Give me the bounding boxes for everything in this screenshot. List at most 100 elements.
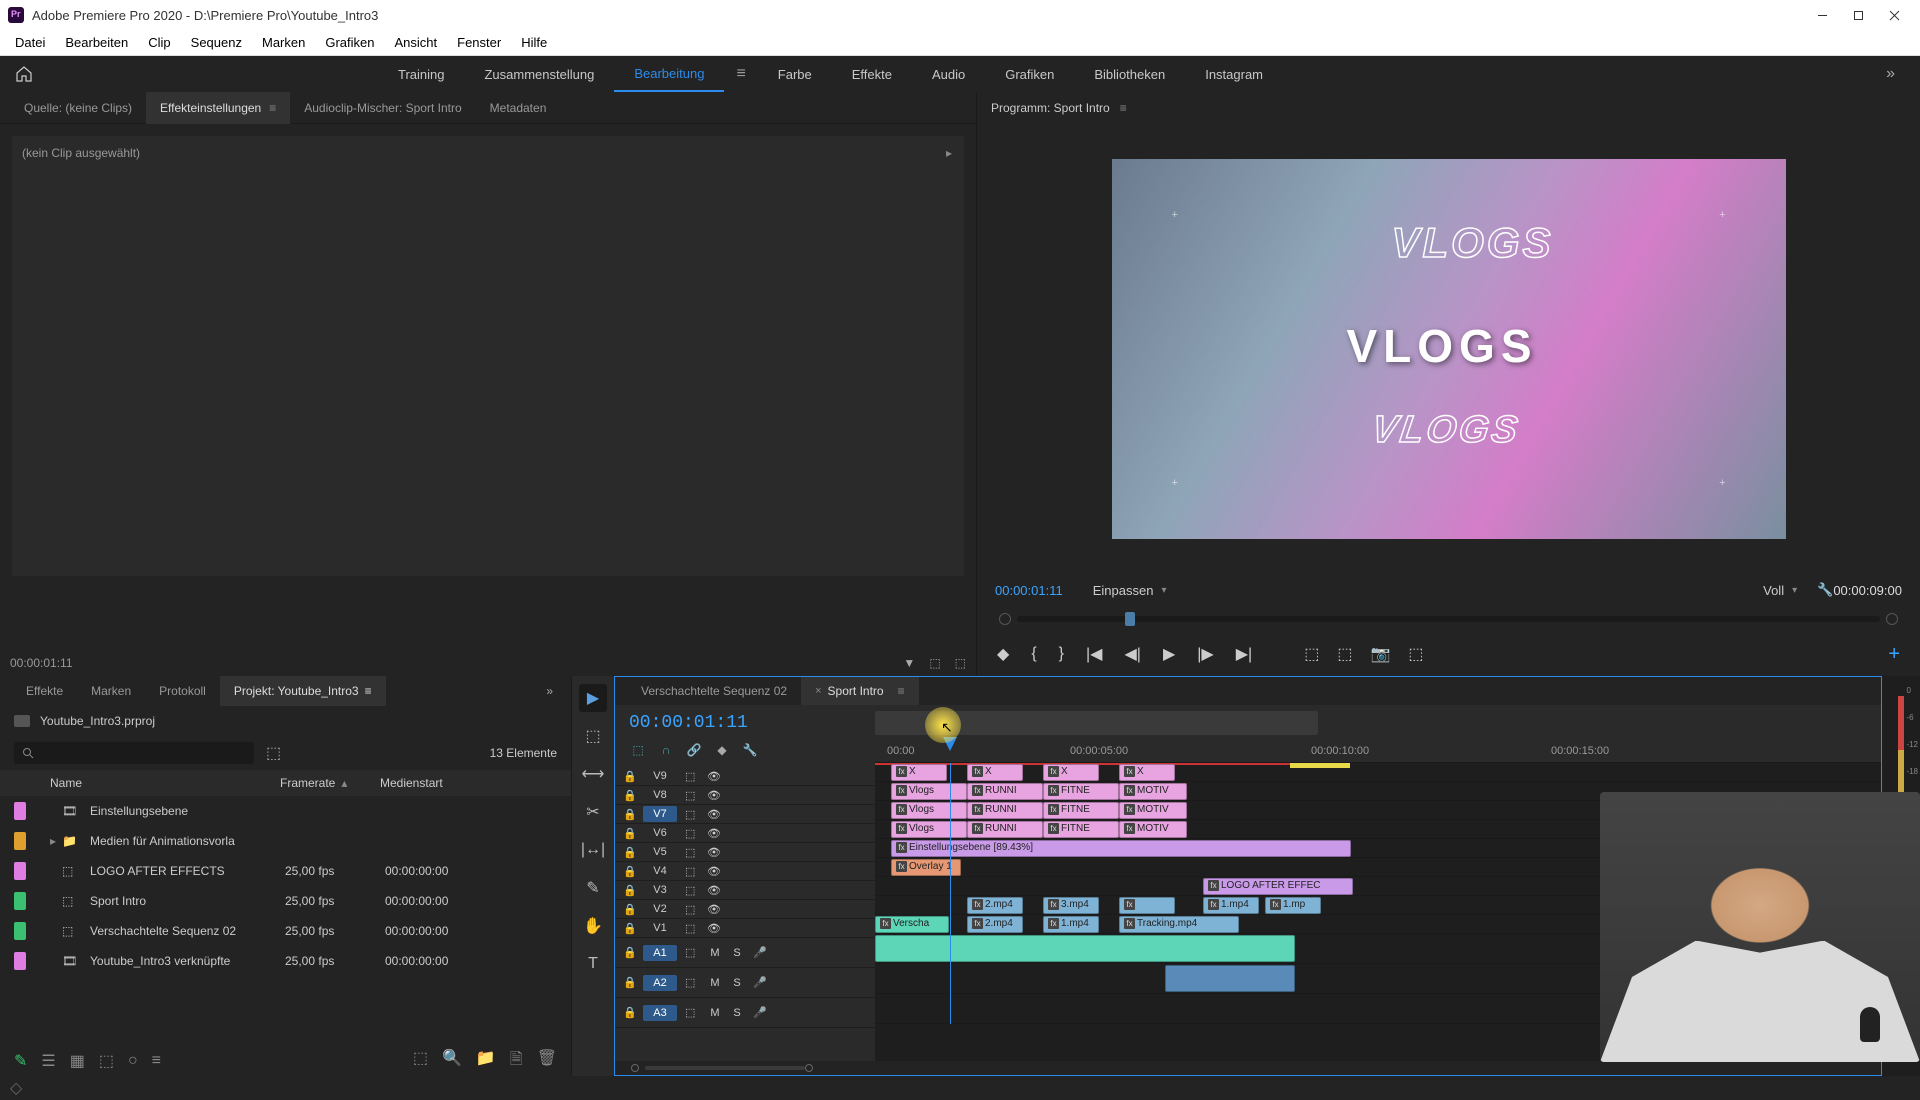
timeline-clip[interactable]: fxRUNNI bbox=[967, 802, 1043, 819]
tab-audioclip-mischer[interactable]: Audioclip-Mischer: Sport Intro bbox=[290, 92, 475, 124]
eye-icon[interactable]: 👁 bbox=[707, 808, 721, 821]
timeline-clip[interactable]: fxX bbox=[1119, 764, 1175, 781]
eye-icon[interactable]: 👁 bbox=[707, 789, 721, 802]
settings-icon[interactable]: 🔧 bbox=[741, 741, 759, 759]
track-label[interactable]: V2 bbox=[643, 901, 677, 917]
workspace-overflow-icon[interactable]: » bbox=[1871, 65, 1910, 83]
sync-lock-icon[interactable]: ⬚ bbox=[685, 946, 699, 959]
new-item-footer-icon[interactable]: 🗎 bbox=[510, 1048, 523, 1075]
sync-lock-icon[interactable]: ⬚ bbox=[685, 976, 699, 989]
new-bin-footer-icon[interactable]: 📁 bbox=[476, 1048, 496, 1075]
type-tool[interactable]: T bbox=[579, 950, 607, 978]
menu-datei[interactable]: Datei bbox=[5, 31, 55, 54]
timeline-clip[interactable]: fxRUNNI bbox=[967, 783, 1043, 800]
slider-end-handle[interactable] bbox=[1886, 613, 1898, 625]
workspace-bibliotheken[interactable]: Bibliotheken bbox=[1074, 56, 1185, 92]
track-label[interactable]: V1 bbox=[643, 920, 677, 936]
project-search[interactable] bbox=[14, 742, 254, 764]
menu-grafiken[interactable]: Grafiken bbox=[315, 31, 384, 54]
track-label[interactable]: V6 bbox=[643, 825, 677, 841]
timeline-audio-clip[interactable] bbox=[1165, 965, 1295, 992]
eye-icon[interactable]: 👁 bbox=[707, 865, 721, 878]
timeline-clip[interactable]: fx3.mp4 bbox=[1043, 897, 1099, 914]
track-label[interactable]: A1 bbox=[643, 945, 677, 961]
video-track-header[interactable]: 🔒 V5 ⬚ 👁 bbox=[615, 843, 875, 862]
timeline-clip[interactable]: fx1.mp4 bbox=[1203, 897, 1259, 914]
mark-in-button[interactable]: { bbox=[1031, 645, 1036, 663]
eye-icon[interactable]: 👁 bbox=[707, 846, 721, 859]
timeline-clip[interactable]: fxX bbox=[891, 764, 947, 781]
video-track-header[interactable]: 🔒 V9 ⬚ 👁 bbox=[615, 767, 875, 786]
search-input[interactable] bbox=[34, 746, 246, 760]
timeline-clip[interactable]: fx2.mp4 bbox=[967, 897, 1023, 914]
marker-toggle[interactable]: ◆ bbox=[713, 741, 731, 759]
eye-icon[interactable]: 👁 bbox=[707, 827, 721, 840]
timeline-clip[interactable]: fxLOGO AFTER EFFEC bbox=[1203, 878, 1353, 895]
menu-clip[interactable]: Clip bbox=[138, 31, 180, 54]
close-tab-icon[interactable]: × bbox=[815, 685, 821, 697]
new-bin-icon[interactable]: ⬚ bbox=[266, 743, 281, 763]
timeline-audio-clip[interactable] bbox=[875, 935, 1295, 962]
audio-track-header[interactable]: 🔒 A3 ⬚ MS 🎤 bbox=[615, 998, 875, 1028]
overwrite-icon[interactable]: ⬚ bbox=[955, 656, 966, 670]
track-label[interactable]: V9 bbox=[643, 768, 677, 784]
wrench-icon[interactable]: 🔧 bbox=[1817, 582, 1833, 598]
step-back-button[interactable]: ◀| bbox=[1124, 644, 1140, 664]
solo-button[interactable]: S bbox=[729, 1007, 745, 1019]
comparison-view-button[interactable]: ⬚ bbox=[1408, 644, 1423, 664]
sort-icon[interactable]: ≡ bbox=[152, 1052, 161, 1070]
timeline-clip[interactable]: fx bbox=[1119, 897, 1175, 914]
button-editor-add[interactable]: + bbox=[1888, 643, 1900, 666]
video-track-lane[interactable]: fxXfxXfxXfxX bbox=[875, 763, 1881, 782]
hand-tool[interactable]: ✋ bbox=[579, 912, 607, 940]
lock-icon[interactable]: 🔒 bbox=[623, 827, 635, 840]
tab-protokoll[interactable]: Protokoll bbox=[145, 684, 220, 698]
time-ruler[interactable]: 00:0000:00:05:0000:00:10:0000:00:15:00 ↖ bbox=[875, 705, 1881, 763]
delete-icon[interactable]: 🗑 bbox=[537, 1048, 557, 1075]
video-track-header[interactable]: 🔒 V6 ⬚ 👁 bbox=[615, 824, 875, 843]
tab-effekteinstellungen[interactable]: Effekteinstellungen≡ bbox=[146, 92, 290, 124]
menu-marken[interactable]: Marken bbox=[252, 31, 315, 54]
lock-icon[interactable]: 🔒 bbox=[623, 946, 635, 959]
snap-toggle[interactable]: ∩ bbox=[657, 741, 675, 759]
voice-over-icon[interactable]: 🎤 bbox=[753, 1006, 767, 1019]
timeline-clip[interactable]: fxX bbox=[1043, 764, 1099, 781]
video-track-header[interactable]: 🔒 V2 ⬚ 👁 bbox=[615, 900, 875, 919]
timeline-clip[interactable]: fxOverlay 1 bbox=[891, 859, 961, 876]
linked-selection-toggle[interactable]: 🔗 bbox=[685, 741, 703, 759]
track-label[interactable]: V8 bbox=[643, 787, 677, 803]
menu-hilfe[interactable]: Hilfe bbox=[511, 31, 557, 54]
ripple-edit-tool[interactable]: ⟷ bbox=[579, 760, 607, 788]
project-row[interactable]: ⬚ Verschachtelte Sequenz 02 25,00 fps 00… bbox=[0, 916, 571, 946]
track-label[interactable]: V7 bbox=[643, 806, 677, 822]
project-row[interactable]: ⬚ LOGO AFTER EFFECTS 25,00 fps 00:00:00:… bbox=[0, 856, 571, 886]
menu-sequenz[interactable]: Sequenz bbox=[181, 31, 252, 54]
maximize-button[interactable] bbox=[1840, 0, 1876, 30]
project-row[interactable]: 🎞 Einstellungsebene bbox=[0, 796, 571, 826]
timeline-clip[interactable]: fxFITNE bbox=[1043, 821, 1119, 838]
timeline-zoom-start[interactable] bbox=[631, 1064, 639, 1072]
col-name[interactable]: Name bbox=[50, 776, 280, 790]
project-row[interactable]: 🎞 Youtube_Intro3 verknüpfte 25,00 fps 00… bbox=[0, 946, 571, 976]
sync-lock-icon[interactable]: ⬚ bbox=[685, 884, 699, 897]
tab-metadaten[interactable]: Metadaten bbox=[476, 92, 561, 124]
eye-icon[interactable]: 👁 bbox=[707, 922, 721, 935]
playhead-handle[interactable] bbox=[943, 737, 957, 751]
selection-tool[interactable]: ▶ bbox=[579, 684, 607, 712]
program-menu-icon[interactable]: ≡ bbox=[1120, 101, 1127, 115]
lock-icon[interactable]: 🔒 bbox=[623, 789, 635, 802]
program-timecode-left[interactable]: 00:00:01:11 bbox=[995, 583, 1063, 598]
menu-bearbeiten[interactable]: Bearbeiten bbox=[55, 31, 138, 54]
workspace-farbe[interactable]: Farbe bbox=[758, 56, 832, 92]
quality-select[interactable]: Voll▾ bbox=[1763, 583, 1797, 598]
project-row[interactable]: ▸ 📁 Medien für Animationsvorla bbox=[0, 826, 571, 856]
timeline-clip[interactable]: fx1.mp bbox=[1265, 897, 1321, 914]
timeline-zoom-end[interactable] bbox=[805, 1064, 813, 1072]
slider-start-handle[interactable] bbox=[999, 613, 1011, 625]
sync-lock-icon[interactable]: ⬚ bbox=[685, 922, 699, 935]
timeline-clip[interactable]: fxFITNE bbox=[1043, 783, 1119, 800]
lock-icon[interactable]: 🔒 bbox=[623, 976, 635, 989]
lock-icon[interactable]: 🔒 bbox=[623, 903, 635, 916]
workspace-menu-icon[interactable]: ≡ bbox=[724, 65, 757, 83]
lock-icon[interactable]: 🔒 bbox=[623, 770, 635, 783]
